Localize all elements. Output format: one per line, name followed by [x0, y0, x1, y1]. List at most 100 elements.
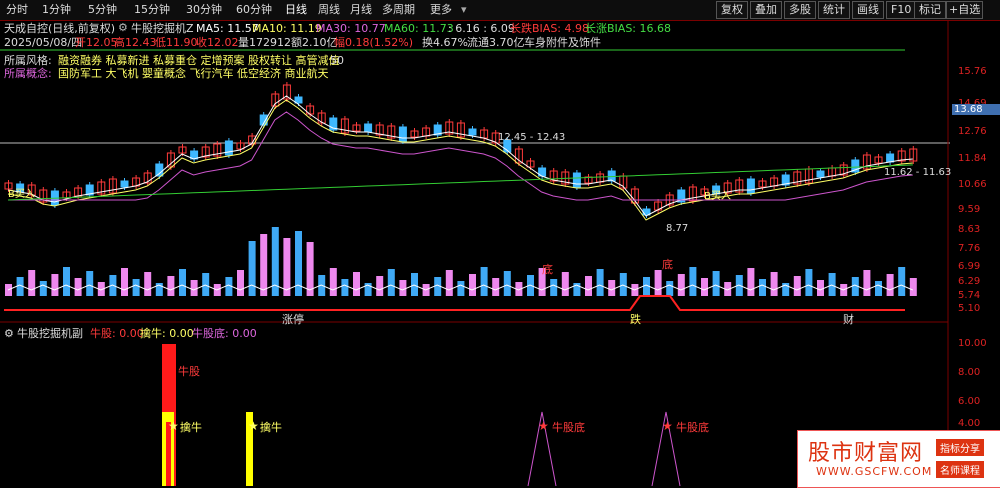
- price-tick: 11.84: [958, 153, 987, 164]
- volume-bar: [51, 274, 59, 296]
- volume-bar: [306, 242, 314, 296]
- buy-label-1: B买入: [8, 189, 35, 200]
- style-trailing: 50: [330, 54, 344, 67]
- price-tick: 8.63: [958, 224, 981, 235]
- star-icon: ★: [662, 419, 673, 433]
- volume-bar: [144, 272, 152, 296]
- volume-bar: [237, 270, 244, 296]
- volume-bar: [376, 276, 384, 296]
- volume-bar: [828, 273, 836, 296]
- watermark-tag-1: 指标分享: [936, 439, 984, 456]
- volume-bar: [503, 271, 511, 296]
- volume-bar: [283, 238, 291, 296]
- volume-bar: [596, 269, 604, 296]
- volume-bar: [63, 267, 70, 296]
- sub-scale-tick: 10.00: [958, 338, 987, 349]
- low-price-label: 8.77: [666, 223, 689, 234]
- volume-bar: [480, 267, 488, 296]
- bottom-label-2: 底: [662, 258, 673, 271]
- price-tick: 7.76: [958, 243, 981, 254]
- volume-bar: [909, 278, 917, 296]
- volume-bar: [469, 274, 476, 296]
- ma10-line: [7, 99, 913, 221]
- qinniu-mark-label-2: 擒牛: [260, 421, 282, 434]
- volume-bar: [677, 274, 685, 296]
- volume-bar: [793, 276, 801, 296]
- volume-bar: [863, 270, 871, 296]
- price-tick: 15.76: [958, 66, 987, 77]
- watermark-logo: 股市财富网 WWW.GSCFW.COM 指标分享 名师课程: [797, 430, 1000, 488]
- volume-bar: [86, 271, 94, 296]
- volume-bar: [260, 234, 268, 296]
- niugudi-mark-label-1: 牛股底: [552, 421, 585, 434]
- volume-bar: [608, 280, 616, 296]
- star-icon: ★: [168, 419, 179, 433]
- die-label: 跌: [630, 313, 641, 326]
- price-tick: 5.10: [958, 303, 981, 314]
- volume-bar: [875, 281, 882, 296]
- volume-bar: [457, 281, 465, 296]
- volume-bar: [74, 278, 82, 296]
- volume-bar: [445, 270, 453, 296]
- price-tick: 6.29: [958, 276, 981, 287]
- volume-bar: [689, 267, 697, 296]
- price-tick: 5.74: [958, 290, 981, 301]
- current-price-tag: 13.68: [952, 104, 1000, 115]
- volume-bar: [759, 279, 766, 296]
- watermark-tag-2: 名师课程: [936, 461, 984, 478]
- volume-bar: [341, 279, 349, 296]
- range-label-2: 11.62 - 11.63: [884, 167, 952, 178]
- niugudi-mark-label-2: 牛股底: [676, 421, 709, 434]
- sub-scale-tick: 4.00: [958, 418, 981, 429]
- volume-bar: [167, 276, 175, 296]
- range-label-1: 12.45 - 12.43: [498, 132, 566, 143]
- watermark-url: WWW.GSCFW.COM: [816, 465, 933, 478]
- volume-bar: [747, 268, 755, 296]
- volume-bar: [550, 279, 558, 296]
- signal-baseline: [4, 295, 905, 311]
- volume-bar: [399, 280, 407, 296]
- volume-bar: [132, 279, 140, 296]
- volume-bar: [179, 269, 186, 296]
- star-icon: ★: [538, 419, 549, 433]
- sub-scale-tick: 6.00: [958, 396, 981, 407]
- volume-bar: [353, 272, 360, 296]
- concept-value: 国防军工 大飞机 婴童概念 飞行汽车 低空经济 商业航天: [58, 67, 329, 80]
- volume-bar: [666, 281, 674, 296]
- volume-bar: [39, 281, 47, 296]
- volume-bar: [387, 269, 395, 296]
- volume-bar: [701, 278, 708, 296]
- volume-bar: [248, 241, 256, 296]
- volume-bar: [817, 280, 824, 296]
- price-tick: 9.59: [958, 204, 981, 215]
- star-icon: ★: [248, 419, 259, 433]
- volume-bar: [654, 270, 662, 296]
- cai-label: 财: [843, 313, 854, 326]
- kline-chart[interactable]: [0, 0, 1000, 330]
- style-label: 所属风格:: [4, 54, 52, 67]
- bottom-label-1: 底: [542, 263, 553, 276]
- price-tick: 12.76: [958, 126, 987, 137]
- volume-bar: [805, 269, 813, 296]
- volume-bar: [329, 268, 337, 296]
- volume-bar: [770, 272, 778, 296]
- volume-bar: [898, 267, 906, 296]
- volume-bar: [202, 273, 210, 296]
- qinniu-mark-label-1: 擒牛: [180, 421, 202, 434]
- volume-bar: [190, 280, 198, 296]
- sub-scale-tick: 8.00: [958, 367, 981, 378]
- concept-label: 所属概念:: [4, 67, 52, 80]
- watermark-title: 股市财富网: [808, 441, 924, 466]
- price-tick: 10.66: [958, 179, 987, 190]
- volume-bar: [619, 273, 627, 296]
- volume-bar: [492, 278, 500, 296]
- volume-bar: [585, 276, 592, 296]
- volume-bar: [561, 272, 569, 296]
- niugu-mark-label: 牛股: [178, 365, 200, 378]
- volume-bar: [712, 271, 720, 296]
- volume-bar: [121, 268, 128, 296]
- zhangting-label: 涨停: [282, 313, 304, 326]
- price-tick: 6.99: [958, 261, 981, 272]
- buy-label-2: B买入: [704, 191, 731, 202]
- volume-bar: [886, 274, 894, 296]
